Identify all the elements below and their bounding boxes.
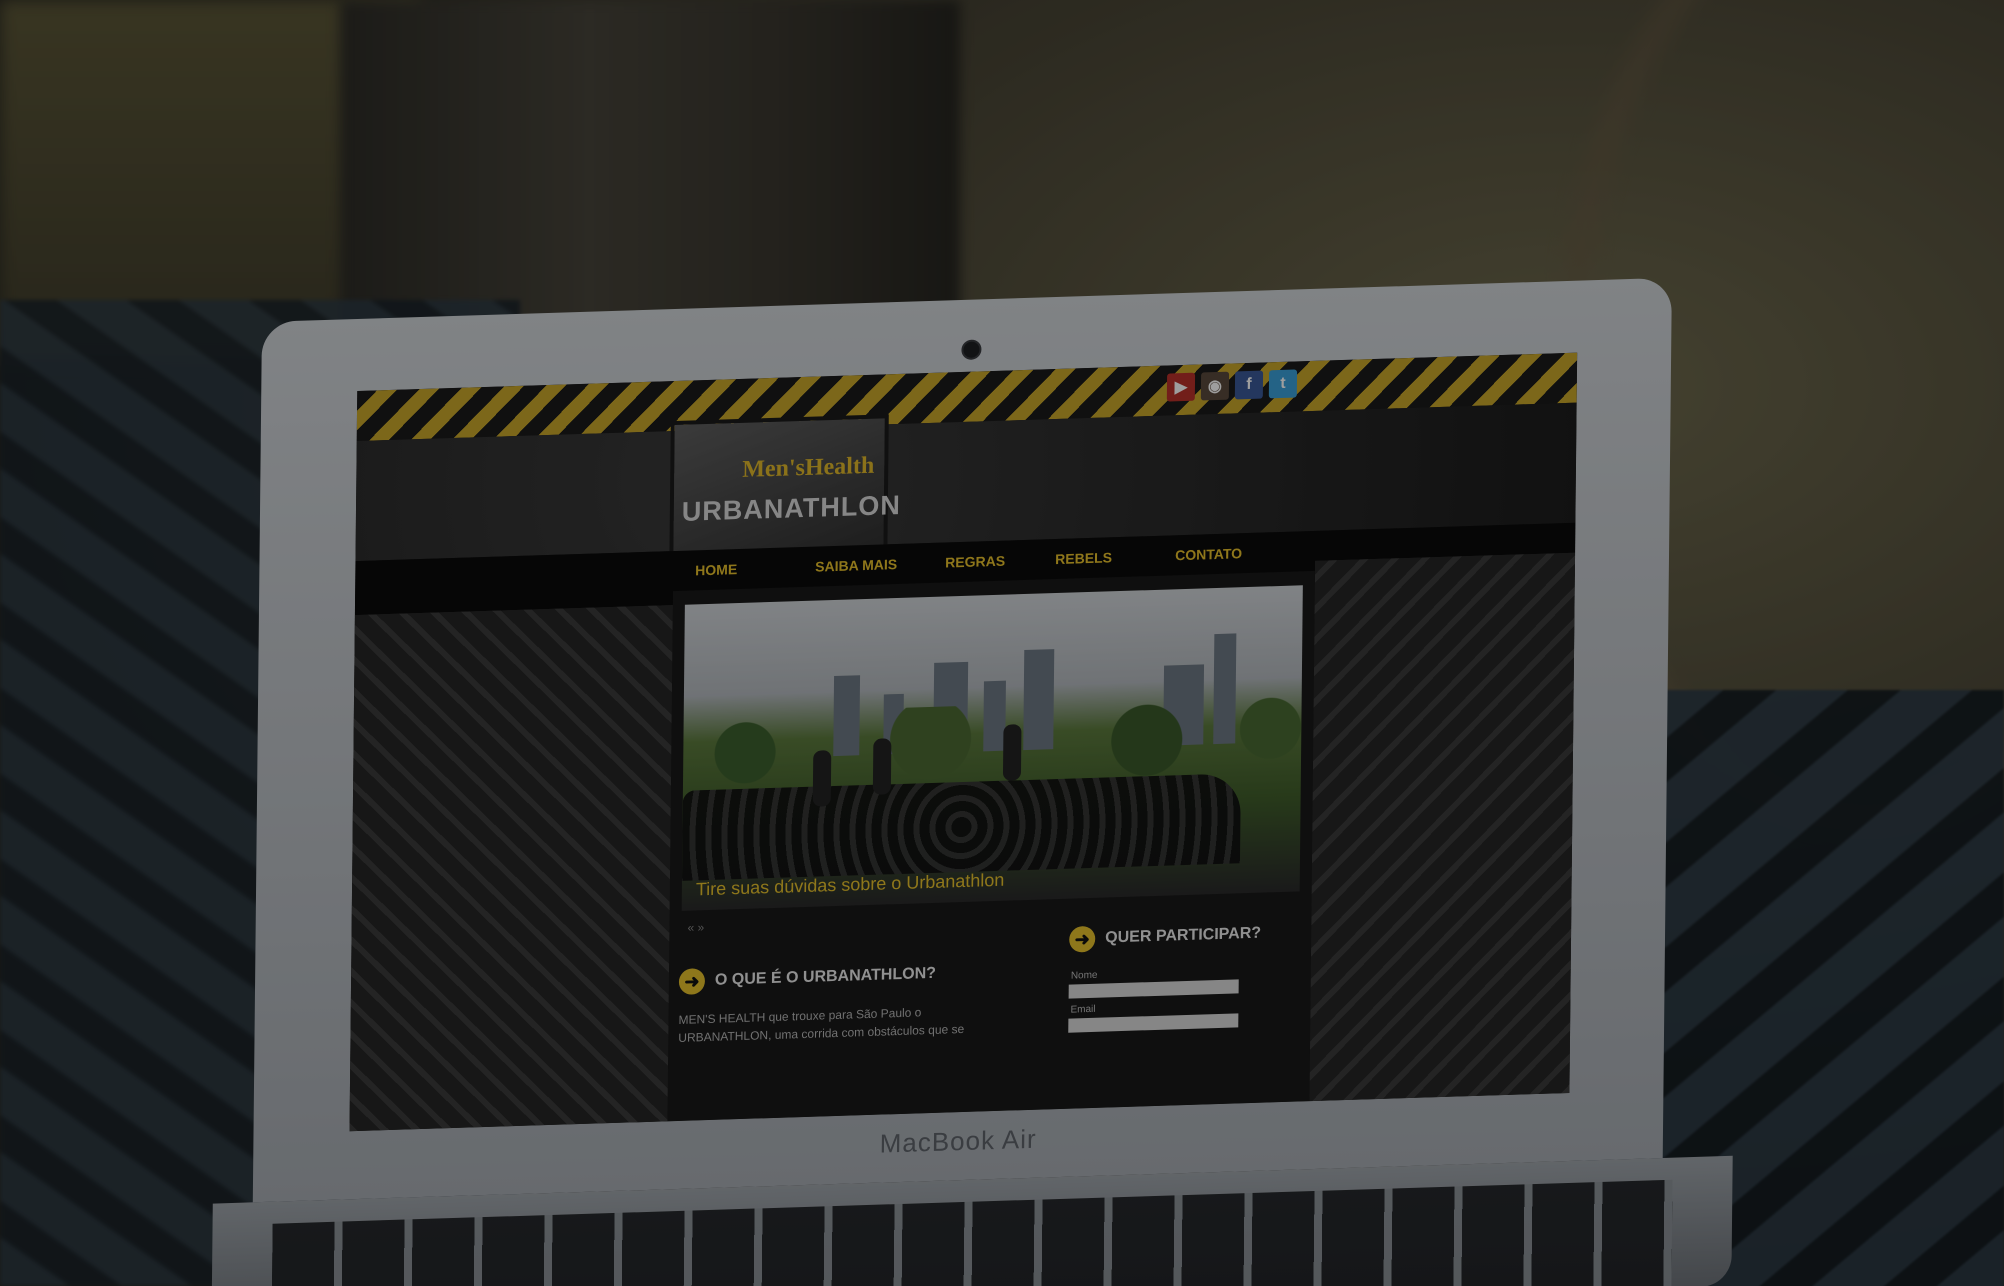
arrow-right-icon: ➜ (678, 968, 706, 995)
hero-slider-image[interactable]: Tire suas dúvidas sobre o Urbanathlon (681, 585, 1303, 911)
email-field[interactable] (1068, 1013, 1239, 1033)
laptop-screen: ▶ ◉ f t Men'sHealth URBANATHLON Home Sai… (349, 352, 1578, 1132)
laptop-lid: ▶ ◉ f t Men'sHealth URBANATHLON Home Sai… (252, 277, 1672, 1203)
logo-top-text: Men'sHealth (742, 452, 875, 483)
diamond-plate-left (349, 605, 673, 1132)
main-content: Tire suas dúvidas sobre o Urbanathlon « … (667, 570, 1315, 1122)
section-about-title: ➜ O que é o Urbanathlon? (678, 961, 937, 995)
section-join-title: ➜ Quer participar? (1069, 921, 1261, 953)
form-label-name: Nome (1070, 969, 1098, 982)
logo-main-text: URBANATHLON (681, 489, 901, 527)
section-about-title-text: O que é o Urbanathlon? (714, 964, 937, 989)
nav-item-regras[interactable]: Regras (945, 553, 1005, 571)
section-about-text: MEN'S HEALTH que trouxe para São Paulo o… (678, 1005, 965, 1045)
runner-figure (1002, 724, 1022, 781)
youtube-icon[interactable]: ▶ (1166, 372, 1196, 402)
form-label-email: Email (1070, 1003, 1096, 1016)
webcam-icon (961, 339, 982, 361)
keyboard-keys (271, 1179, 1673, 1286)
runner-figure (812, 750, 832, 807)
section-join-title-text: Quer participar? (1105, 924, 1262, 947)
nav-item-contato[interactable]: Contato (1175, 545, 1242, 563)
tire-obstacle (681, 773, 1241, 881)
laptop: ▶ ◉ f t Men'sHealth URBANATHLON Home Sai… (211, 277, 1733, 1286)
social-links: ▶ ◉ f t (1166, 369, 1298, 402)
facebook-icon[interactable]: f (1234, 370, 1264, 400)
nav-item-rebels[interactable]: Rebels (1055, 549, 1112, 567)
nav-item-saiba-mais[interactable]: Saiba Mais (815, 556, 897, 575)
twitter-icon[interactable]: t (1268, 369, 1298, 399)
nav-item-home[interactable]: Home (695, 561, 737, 578)
name-field[interactable] (1068, 979, 1239, 999)
instagram-icon[interactable]: ◉ (1200, 371, 1230, 401)
urbanathlon-logo[interactable]: Men'sHealth URBANATHLON (673, 418, 901, 566)
slider-pager[interactable]: « » (687, 920, 704, 935)
diamond-plate-right (1309, 552, 1576, 1102)
runner-figure (872, 738, 892, 795)
photo-background: ▶ ◉ f t Men'sHealth URBANATHLON Home Sai… (0, 0, 2004, 1286)
arrow-right-icon: ➜ (1069, 925, 1096, 953)
